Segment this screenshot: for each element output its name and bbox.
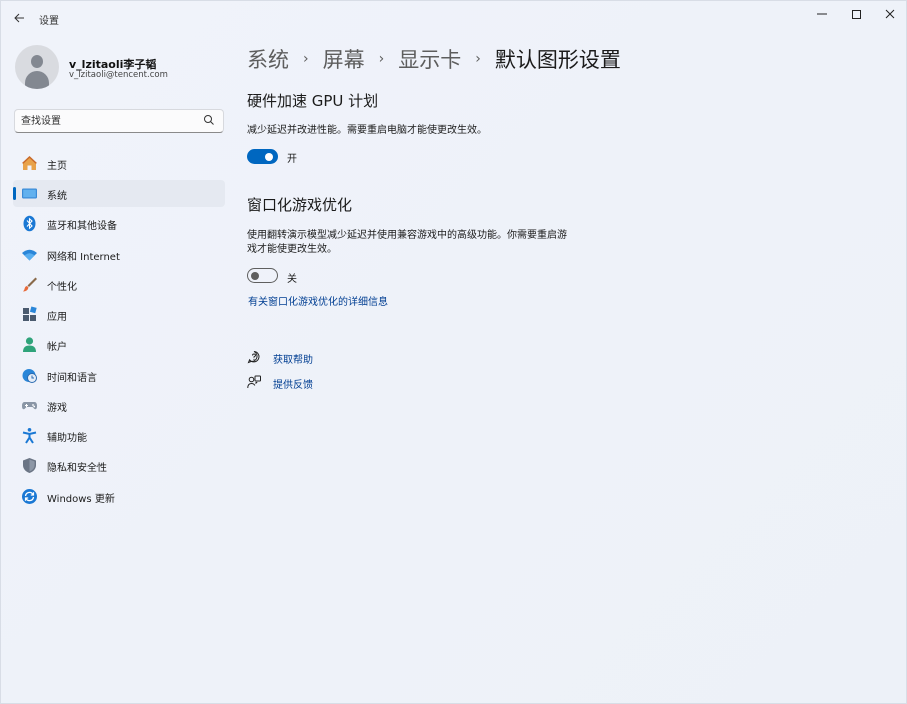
sidebar-item-accounts[interactable]: 帐户 [13, 331, 225, 358]
sidebar-item-time-language[interactable]: 时间和语言 [13, 362, 225, 389]
gpu-scheduling-title: 硬件加速 GPU 计划 [247, 92, 379, 110]
title-bar: 设置 [1, 1, 906, 35]
sidebar-item-apps[interactable]: 应用 [13, 301, 225, 328]
brush-icon [23, 277, 37, 292]
windowed-games-toggle-label: 关 [287, 274, 297, 285]
breadcrumb: 系统 › 屏幕 › 显示卡 › 默认图形设置 [247, 44, 621, 74]
minimize-icon [817, 13, 827, 15]
apps-icon [23, 306, 37, 321]
sidebar-item-network[interactable]: 网络和 Internet [13, 241, 225, 268]
close-button[interactable] [873, 1, 907, 27]
chevron-right-icon: › [303, 51, 309, 67]
account-icon [23, 337, 36, 352]
sidebar-item-gaming[interactable]: 游戏 [13, 392, 225, 419]
bluetooth-icon [23, 215, 36, 232]
get-help-icon [247, 351, 260, 364]
settings-window: 设置 v_lzitaoli李子韬 v_lzitaoli@tencent.com [0, 0, 907, 704]
sidebar-item-label: 辅助功能 [47, 433, 87, 444]
page-title: 默认图形设置 [494, 48, 621, 72]
sidebar-item-label: 隐私和安全性 [47, 463, 107, 474]
sidebar-item-label: 网络和 Internet [47, 252, 120, 263]
minimize-button[interactable] [805, 1, 839, 27]
windowed-games-description-line2: 戏才能使更改生效。 [247, 244, 337, 255]
update-icon [22, 489, 37, 504]
maximize-button[interactable] [839, 1, 873, 27]
app-title: 设置 [39, 16, 59, 27]
sidebar-item-label: 应用 [47, 312, 67, 323]
search-input[interactable] [21, 113, 201, 129]
close-icon [885, 9, 895, 19]
sidebar-item-label: 帐户 [47, 342, 67, 353]
windowed-games-title: 窗口化游戏优化 [247, 196, 353, 214]
avatar-head-icon [31, 55, 43, 68]
back-arrow-icon [13, 13, 24, 23]
sidebar-item-label: 主页 [47, 161, 67, 172]
sidebar-item-label: 时间和语言 [47, 373, 97, 384]
sidebar-item-home[interactable]: 主页 [13, 150, 225, 177]
gpu-scheduling-description: 减少延迟并改进性能。需要重启电脑才能使更改生效。 [247, 125, 487, 136]
accessibility-icon [22, 428, 37, 444]
sidebar-item-label: 个性化 [47, 282, 77, 293]
sidebar-item-windows-update[interactable]: Windows 更新 [13, 483, 225, 510]
home-icon [22, 156, 37, 170]
sidebar-item-label: 蓝牙和其他设备 [47, 221, 117, 232]
feedback-icon [247, 375, 261, 389]
feedback-link[interactable]: 提供反馈 [273, 376, 313, 391]
shield-icon [23, 458, 36, 473]
sidebar-item-bluetooth[interactable]: 蓝牙和其他设备 [13, 210, 225, 237]
sidebar-item-label: 游戏 [47, 403, 67, 414]
gpu-scheduling-toggle-label: 开 [287, 154, 297, 165]
windowed-games-toggle[interactable] [247, 268, 278, 283]
search-box[interactable] [14, 109, 224, 133]
chevron-right-icon: › [378, 51, 385, 67]
sidebar-item-system[interactable]: 系统 [13, 180, 225, 207]
sidebar-item-personalization[interactable]: 个性化 [13, 271, 225, 298]
sidebar-item-label: Windows 更新 [47, 494, 115, 505]
maximize-icon [851, 9, 861, 19]
sidebar-item-accessibility[interactable]: 辅助功能 [13, 422, 225, 449]
toggle-knob [251, 271, 259, 280]
windowed-games-more-info-link[interactable]: 有关窗口化游戏优化的详细信息 [248, 293, 388, 308]
profile-email: v_lzitaoli@tencent.com [69, 70, 168, 80]
chevron-right-icon: › [475, 51, 481, 67]
search-icon[interactable] [203, 114, 215, 126]
globe-clock-icon [22, 369, 37, 383]
breadcrumb-item-system[interactable]: 系统 [247, 44, 289, 74]
wifi-icon [22, 249, 37, 261]
system-icon [22, 188, 37, 199]
breadcrumb-item-display[interactable]: 屏幕 [323, 44, 365, 74]
gamepad-icon [22, 402, 37, 410]
avatar[interactable] [15, 45, 59, 89]
toggle-knob [265, 152, 273, 161]
sidebar-item-label: 系统 [47, 191, 67, 202]
get-help-link[interactable]: 获取帮助 [273, 351, 313, 366]
sidebar-item-privacy[interactable]: 隐私和安全性 [13, 452, 225, 479]
back-button[interactable] [9, 7, 29, 29]
breadcrumb-item-graphics[interactable]: 显示卡 [398, 44, 461, 74]
selection-indicator [13, 187, 16, 200]
windowed-games-description-line1: 使用翻转演示模型减少延迟并使用兼容游戏中的高级功能。你需要重启游 [247, 230, 567, 241]
avatar-body-icon [25, 71, 49, 89]
gpu-scheduling-toggle[interactable] [247, 149, 278, 164]
